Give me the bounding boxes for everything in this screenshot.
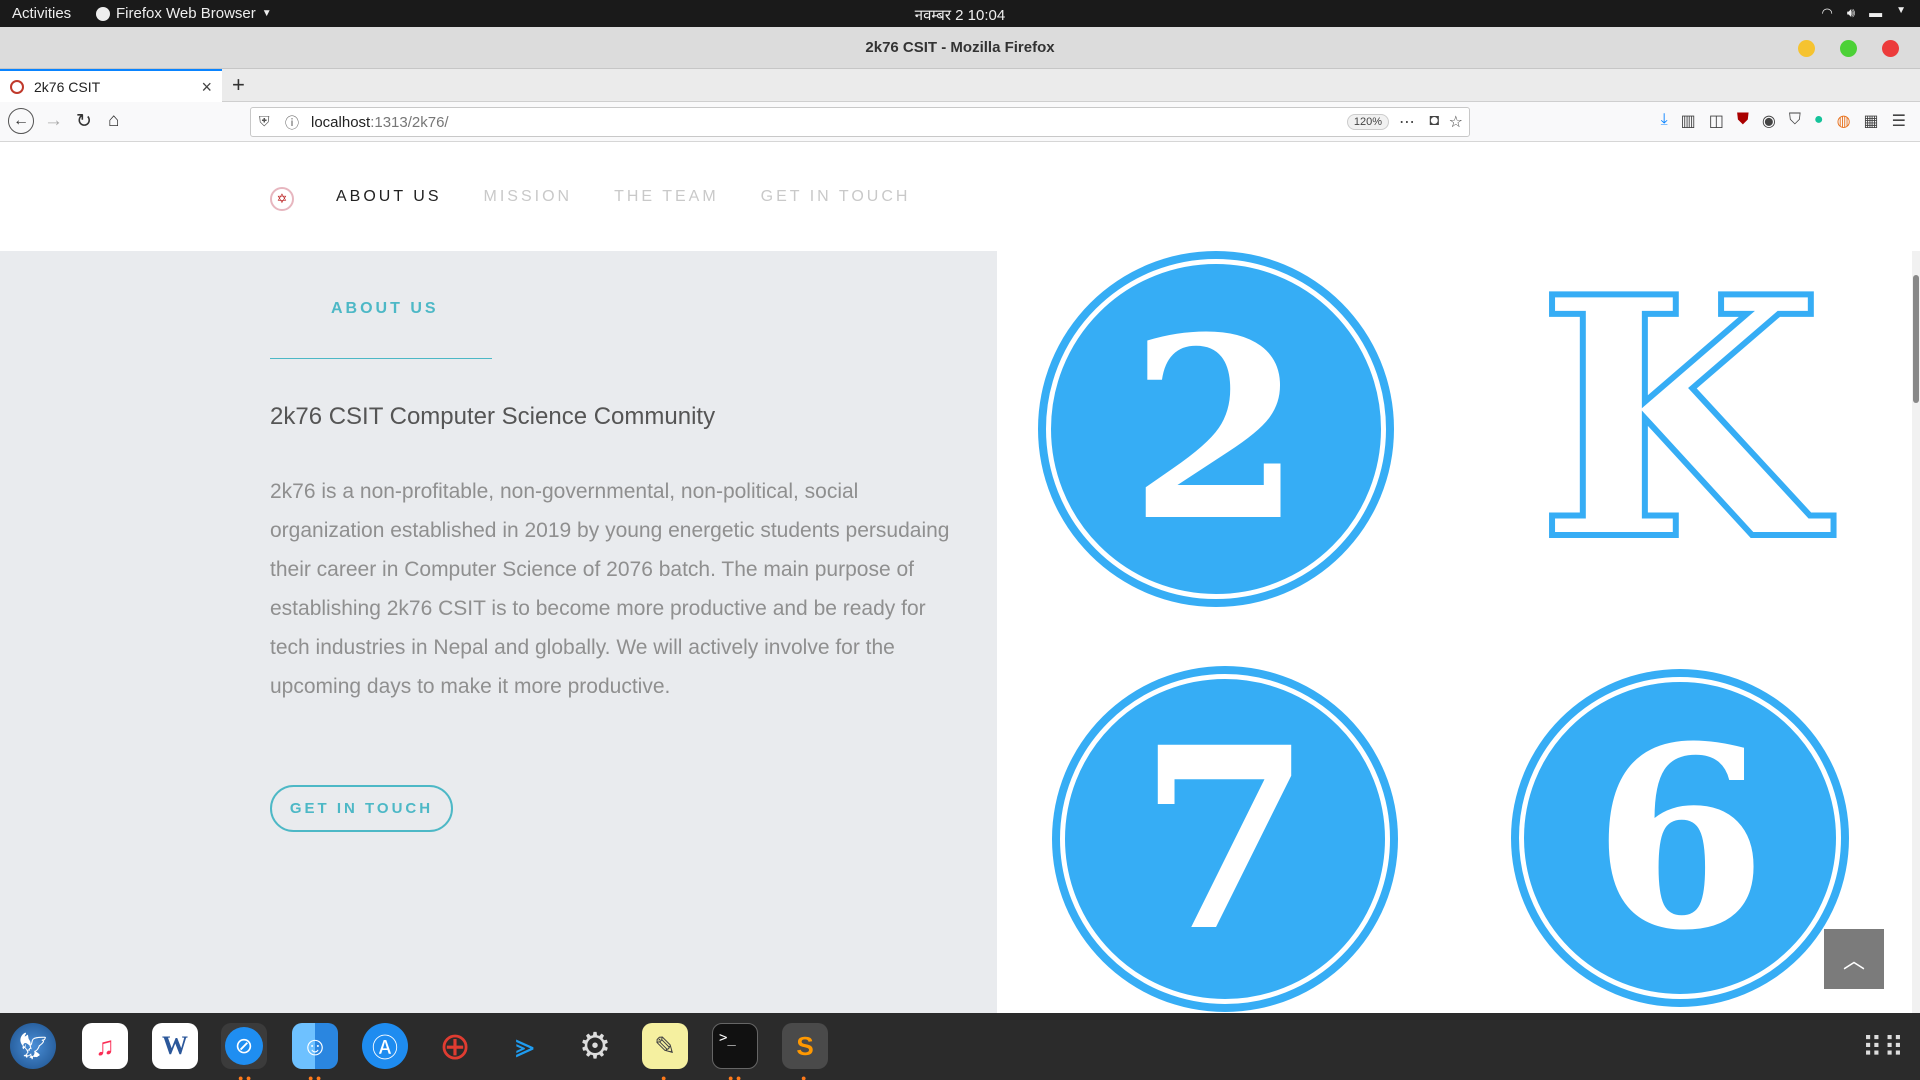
- zoom-indicator[interactable]: 120%: [1346, 114, 1389, 130]
- window-title: 2k76 CSIT - Mozilla Firefox: [865, 39, 1055, 56]
- section-heading: 2k76 CSIT Computer Science Community: [270, 403, 716, 430]
- finder-icon[interactable]: ☺: [292, 1023, 338, 1069]
- back-to-top-button[interactable]: ︿: [1824, 929, 1884, 989]
- library-icon[interactable]: ▥: [1681, 111, 1696, 131]
- toolbar-icons: ⤓ ▥ ◫ ⛊ ◉ ⛉ ● ◍ ▦ ☰: [1661, 111, 1906, 131]
- site-logo-icon[interactable]: ✡: [270, 187, 294, 211]
- close-tab-icon[interactable]: ×: [201, 77, 212, 98]
- running-indicator: ● ●: [238, 1073, 252, 1080]
- system-tray[interactable]: ◠ 🔊︎ ▬ ▼: [1822, 5, 1906, 21]
- section-eyebrow: ABOUT US: [331, 300, 439, 317]
- grammarly-icon[interactable]: ●: [1814, 111, 1824, 131]
- account-icon[interactable]: ◉: [1762, 111, 1776, 131]
- maximize-button[interactable]: [1840, 40, 1857, 57]
- dock: 🦅︎ ♫ W ⊘ ☺ Ⓐ ⊕ ⪢ ⚙ ✎ >_ S ● ● ● ● ● ● ● …: [0, 1013, 1920, 1080]
- vscode-icon[interactable]: ⪢: [502, 1023, 548, 1069]
- clock-container: नवम्बर 2 10:04: [0, 5, 1920, 25]
- extensions-puzzle-icon[interactable]: ▦: [1864, 111, 1879, 131]
- badge-label: 6: [1593, 691, 1767, 985]
- site-info-icon[interactable]: ⓘ: [285, 113, 299, 133]
- get-in-touch-button[interactable]: GET IN TOUCH: [270, 785, 453, 832]
- wifi-icon: ◠: [1821, 5, 1833, 20]
- battery-icon: ▬: [1869, 5, 1883, 20]
- menu-item-the-team[interactable]: THE TEAM: [614, 188, 719, 206]
- settings-icon[interactable]: ⚙: [572, 1023, 618, 1069]
- url-bar[interactable]: ⛨ ⓘ localhost:1313/2k76/ 120% ⋯ ◘ ☆: [250, 107, 1470, 137]
- badge-label: 7: [1138, 692, 1312, 986]
- downloads-icon[interactable]: ⤓: [1661, 111, 1668, 131]
- badge-7: 7: [1052, 666, 1398, 1012]
- bookmark-star-icon[interactable]: ☆: [1449, 112, 1463, 132]
- show-applications-icon[interactable]: ⠿⠿: [1862, 1031, 1905, 1064]
- terminal-icon[interactable]: >_: [712, 1023, 758, 1069]
- menu-item-get-in-touch[interactable]: GET IN TOUCH: [761, 188, 911, 206]
- web-page: ✡ ABOUT US MISSION THE TEAM GET IN TOUCH…: [0, 142, 1920, 1013]
- tracking-shield-icon[interactable]: ⛨: [259, 113, 270, 130]
- forward-button[interactable]: →: [44, 110, 63, 132]
- extension-icon[interactable]: ◍: [1837, 111, 1851, 131]
- firefox-icon: [96, 6, 110, 21]
- badge-2: 2: [1038, 251, 1394, 607]
- chevron-down-icon: ▼: [1896, 5, 1906, 16]
- navigation-toolbar: ← → ↻ ⌂ ⛨ ⓘ localhost:1313/2k76/ 120% ⋯ …: [0, 102, 1920, 142]
- pocket-icon[interactable]: ◘: [1429, 112, 1439, 130]
- tab-2k76-csit[interactable]: 2k76 CSIT ×: [0, 69, 222, 102]
- badge-label: 2: [1129, 282, 1303, 576]
- privacy-badger-icon[interactable]: ⛉: [1789, 111, 1801, 131]
- notes-icon[interactable]: ✎: [642, 1023, 688, 1069]
- menu-item-about-us[interactable]: ABOUT US: [336, 188, 442, 206]
- close-window-button[interactable]: [1882, 40, 1899, 57]
- back-button[interactable]: ←: [8, 108, 34, 134]
- home-button[interactable]: ⌂: [108, 110, 119, 132]
- ublock-icon[interactable]: ⛊: [1737, 111, 1749, 131]
- app-store-icon[interactable]: Ⓐ: [362, 1023, 408, 1069]
- window-title-bar: 2k76 CSIT - Mozilla Firefox: [0, 27, 1920, 69]
- tab-bar: 2k76 CSIT × +: [0, 69, 1920, 102]
- chevron-down-icon: ▼: [261, 8, 272, 19]
- section-body-text: 2k76 is a non-profitable, non-government…: [270, 480, 950, 698]
- safari-icon[interactable]: ⊘: [221, 1023, 267, 1069]
- page-scrollbar[interactable]: [1912, 251, 1920, 1013]
- help-icon[interactable]: ⊕: [432, 1023, 478, 1069]
- ornamental-k-letter: K: [1534, 225, 1827, 613]
- menu-item-mission[interactable]: MISSION: [484, 188, 573, 206]
- minimize-button[interactable]: [1798, 40, 1815, 57]
- running-indicator: ●: [801, 1073, 807, 1080]
- url-path: :1313/2k76/: [370, 114, 449, 131]
- eagle-icon[interactable]: 🦅︎: [10, 1023, 56, 1069]
- volume-icon: 🔊︎: [1846, 5, 1856, 20]
- sublime-icon[interactable]: S: [782, 1023, 828, 1069]
- site-menu: ABOUT US MISSION THE TEAM GET IN TOUCH: [336, 188, 910, 206]
- url-text[interactable]: localhost:1313/2k76/: [311, 114, 449, 131]
- page-actions-icon[interactable]: ⋯: [1399, 112, 1415, 132]
- url-host: localhost: [311, 114, 371, 131]
- system-top-bar: Activities Firefox Web Browser ▼ नवम्बर …: [0, 0, 1920, 27]
- app-menu-label: Firefox Web Browser: [116, 5, 256, 22]
- section-divider: [270, 358, 492, 359]
- chevron-up-icon: ︿: [1842, 948, 1865, 973]
- site-favicon: [10, 79, 24, 94]
- music-icon[interactable]: ♫: [82, 1023, 128, 1069]
- reload-button[interactable]: ↻: [76, 110, 92, 133]
- running-indicator: ● ●: [308, 1073, 322, 1080]
- app-menu[interactable]: Firefox Web Browser ▼: [96, 5, 272, 22]
- hamburger-menu-icon[interactable]: ☰: [1892, 111, 1906, 131]
- scrollbar-thumb[interactable]: [1913, 275, 1919, 403]
- running-indicator: ●: [661, 1073, 667, 1080]
- badge-6: 6: [1511, 669, 1849, 1007]
- word-icon[interactable]: W: [152, 1023, 198, 1069]
- clock[interactable]: नवम्बर 2 10:04: [915, 7, 1005, 24]
- tab-title: 2k76 CSIT: [34, 78, 101, 95]
- new-tab-button[interactable]: +: [232, 72, 245, 98]
- sidebar-icon[interactable]: ◫: [1709, 111, 1724, 131]
- desktop: Activities Firefox Web Browser ▼ नवम्बर …: [0, 0, 1920, 1080]
- activities-button[interactable]: Activities: [12, 5, 71, 22]
- running-indicator: ● ●: [728, 1073, 742, 1080]
